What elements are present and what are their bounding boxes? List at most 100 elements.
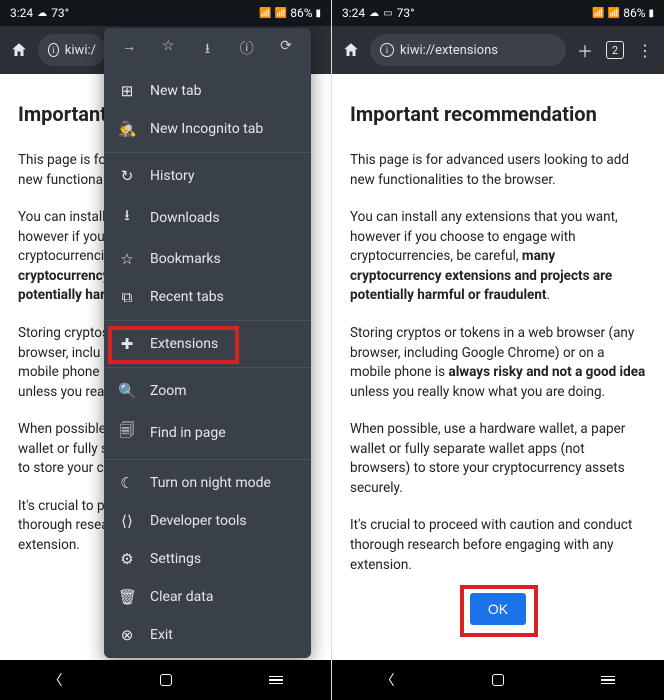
notif-icon: ▭ — [383, 8, 392, 19]
weather-icon: ☁ — [369, 8, 379, 19]
wallet-paragraph: When possible, use a hardware wallet, a … — [350, 420, 646, 498]
menu-label: Downloads — [150, 210, 220, 226]
battery-icon: ▮ — [315, 8, 321, 19]
intro-paragraph: This page is for advanced users looking … — [350, 151, 646, 190]
menu-devtools[interactable]: ⟨⟩ Developer tools — [104, 502, 311, 540]
back-button[interactable]: 〈 — [381, 670, 395, 690]
back-button[interactable]: 〈 — [49, 670, 63, 690]
downloads-icon: ⭳ — [118, 205, 136, 230]
menu-label: Extensions — [150, 336, 218, 352]
status-battery: 86% — [290, 6, 312, 20]
menu-label: Exit — [150, 627, 173, 643]
page-content: Important recommendation This page is fo… — [332, 74, 664, 643]
menu-separator — [104, 152, 311, 153]
recents-button[interactable] — [269, 676, 283, 685]
home-icon[interactable] — [8, 39, 30, 61]
caution-paragraph: It's crucial to proceed with caution and… — [350, 516, 646, 575]
status-temp: 73° — [51, 6, 69, 20]
menu-extensions[interactable]: ✚ Extensions — [104, 325, 311, 363]
signal-icon: 📶 — [275, 8, 287, 19]
wifi-icon: 📶 — [259, 8, 271, 19]
signal-icon: 📶 — [608, 8, 620, 19]
site-info-icon: i — [48, 43, 59, 57]
recent-tabs-icon: ⧉ — [118, 288, 136, 306]
home-button[interactable] — [492, 674, 504, 686]
overflow-menu: → ☆ ⭳ ⓘ ⟳ ⊞ New tab 🕵 New Incognito tab ↻ H… — [104, 28, 311, 658]
home-icon[interactable] — [340, 39, 362, 61]
settings-icon: ⚙ — [118, 550, 136, 568]
site-info-icon: i — [380, 43, 394, 57]
menu-bookmarks[interactable]: ☆ Bookmarks — [104, 240, 311, 278]
right-screenshot: 3:24 ☁ ▭ 73° 📶 📶 86% ▮ i kiwi://extensio… — [332, 0, 664, 700]
forward-icon[interactable]: → — [118, 38, 140, 62]
status-bar: 3:24 ☁ ▭ 73° 📶 📶 86% ▮ — [332, 0, 664, 26]
menu-label: History — [150, 168, 195, 184]
devtools-icon: ⟨⟩ — [118, 512, 136, 530]
info-icon[interactable]: ⓘ — [236, 38, 258, 62]
url-text: kiwi://extensions — [400, 43, 498, 58]
battery-icon: ▮ — [648, 8, 654, 19]
url-text: kiwi:/ — [65, 43, 96, 58]
menu-settings[interactable]: ⚙ Settings — [104, 540, 311, 578]
menu-label: Zoom — [150, 383, 187, 399]
menu-recent-tabs[interactable]: ⧉ Recent tabs — [104, 278, 311, 316]
browser-toolbar: i kiwi://extensions ＋ 2 ⋮ — [332, 26, 664, 74]
tab-switcher[interactable]: 2 — [604, 39, 626, 61]
android-navbar: 〈 — [0, 660, 331, 700]
android-navbar: 〈 — [332, 660, 664, 700]
ok-button[interactable]: OK — [470, 593, 526, 625]
download-icon[interactable]: ⭳ — [197, 38, 219, 62]
home-button[interactable] — [160, 674, 172, 686]
risk-paragraph: Storing cryptos or tokens in a web brows… — [350, 324, 646, 402]
left-screenshot: 3:24 ☁ 73° 📶 📶 86% ▮ i kiwi:/ Important … — [0, 0, 332, 700]
incognito-icon: 🕵 — [118, 120, 136, 138]
menu-separator — [104, 367, 311, 368]
menu-label: Settings — [150, 551, 201, 567]
menu-night-mode[interactable]: ☾ Turn on night mode — [104, 464, 311, 502]
weather-icon: ☁ — [37, 8, 47, 19]
address-bar[interactable]: i kiwi:/ — [38, 34, 106, 66]
tab-count: 2 — [606, 41, 624, 59]
night-mode-icon: ☾ — [118, 474, 136, 492]
menu-downloads[interactable]: ⭳ Downloads — [104, 195, 311, 240]
warning-paragraph: You can install any extensions that you … — [350, 208, 646, 306]
new-tab-icon: ⊞ — [118, 82, 136, 100]
menu-label: Clear data — [150, 589, 213, 605]
menu-separator — [104, 459, 311, 460]
menu-label: Turn on night mode — [150, 475, 271, 491]
clear-data-icon: 🗑 — [118, 588, 136, 606]
menu-new-tab[interactable]: ⊞ New tab — [104, 72, 311, 110]
menu-find-in-page[interactable]: 🗐 Find in page — [104, 410, 311, 455]
address-bar[interactable]: i kiwi://extensions — [370, 34, 566, 66]
status-time: 3:24 — [10, 6, 33, 20]
exit-icon: ⊗ — [118, 626, 136, 644]
recents-button[interactable] — [601, 676, 615, 685]
status-battery: 86% — [623, 6, 645, 20]
wifi-icon: 📶 — [592, 8, 604, 19]
menu-exit[interactable]: ⊗ Exit — [104, 616, 311, 654]
menu-new-incognito[interactable]: 🕵 New Incognito tab — [104, 110, 311, 148]
status-bar: 3:24 ☁ 73° 📶 📶 86% ▮ — [0, 0, 331, 26]
page-title: Important recommendation — [350, 100, 646, 129]
reload-icon[interactable]: ⟳ — [275, 38, 297, 62]
bookmarks-icon: ☆ — [118, 250, 136, 268]
extensions-icon: ✚ — [118, 335, 136, 353]
menu-label: Developer tools — [150, 513, 247, 529]
menu-label: Bookmarks — [150, 251, 221, 267]
menu-clear-data[interactable]: 🗑 Clear data — [104, 578, 311, 616]
menu-history[interactable]: ↻ History — [104, 157, 311, 195]
menu-separator — [104, 320, 311, 321]
status-time: 3:24 — [342, 6, 365, 20]
status-temp: 73° — [397, 6, 415, 20]
find-icon: 🗐 — [118, 420, 136, 445]
menu-label: New tab — [150, 83, 201, 99]
overflow-icon[interactable]: ⋮ — [634, 39, 656, 61]
history-icon: ↻ — [118, 167, 136, 185]
menu-label: Recent tabs — [150, 289, 224, 305]
menu-label: Find in page — [150, 425, 226, 441]
star-icon[interactable]: ☆ — [157, 38, 179, 62]
new-tab-icon[interactable]: ＋ — [574, 39, 596, 61]
menu-zoom[interactable]: 🔍 Zoom — [104, 372, 311, 410]
zoom-icon: 🔍 — [118, 382, 136, 400]
menu-label: New Incognito tab — [150, 121, 263, 137]
